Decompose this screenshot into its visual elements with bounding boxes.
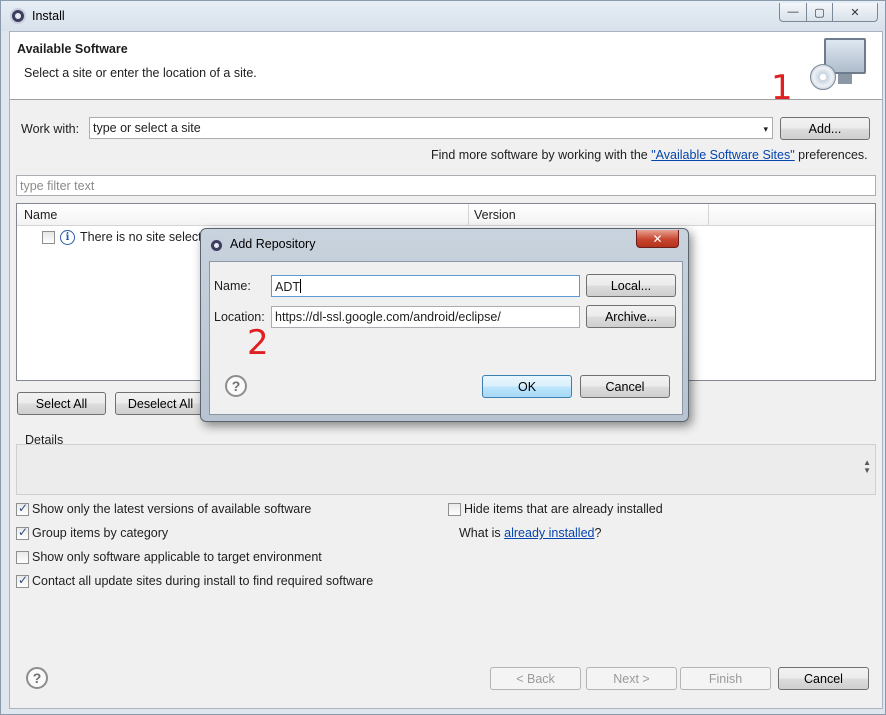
help-icon[interactable]: ? bbox=[225, 375, 247, 397]
location-field[interactable]: https://dl-ssl.google.com/android/eclips… bbox=[271, 306, 580, 328]
what-is-suffix: ? bbox=[594, 526, 602, 540]
title-bar: Install — ▢ ✕ bbox=[1, 1, 885, 31]
annotation-step-1: 1 bbox=[771, 68, 793, 108]
chevron-down-icon[interactable]: ▾ bbox=[763, 124, 768, 135]
monitor-cd-icon bbox=[810, 38, 868, 94]
find-more-suffix: preferences. bbox=[794, 148, 868, 162]
what-is-prefix: What is bbox=[459, 526, 505, 540]
dialog-client: Name: ADT Local... Location: https://dl-… bbox=[209, 261, 683, 415]
find-more-text: Find more software by working with the "… bbox=[431, 148, 868, 162]
dialog-cancel-button[interactable]: Cancel bbox=[580, 375, 670, 398]
cancel-button[interactable]: Cancel bbox=[778, 667, 869, 690]
deselect-all-button[interactable]: Deselect All bbox=[115, 392, 206, 415]
details-box[interactable]: ▲ ▼ bbox=[16, 444, 876, 495]
info-icon: i bbox=[60, 230, 75, 245]
name-field[interactable]: ADT bbox=[271, 275, 580, 297]
eclipse-icon bbox=[209, 238, 224, 253]
filter-input[interactable]: type filter text bbox=[16, 175, 876, 196]
window-title: Install bbox=[32, 9, 65, 23]
table-row[interactable]: There is no site selecte bbox=[80, 230, 209, 244]
work-with-value: type or select a site bbox=[93, 121, 201, 135]
work-with-combo[interactable]: type or select a site ▾ bbox=[89, 117, 773, 139]
page-subtitle: Select a site or enter the location of a… bbox=[24, 66, 257, 80]
name-label: Name: bbox=[214, 279, 251, 293]
back-button[interactable]: < Back bbox=[490, 667, 581, 690]
target-env-checkbox[interactable]: Show only software applicable to target … bbox=[16, 550, 322, 564]
checkbox-checked-icon[interactable] bbox=[16, 525, 29, 540]
annotation-step-2: 2 bbox=[247, 323, 269, 363]
archive-button[interactable]: Archive... bbox=[586, 305, 676, 328]
what-is-installed-text: What is already installed? bbox=[459, 526, 601, 540]
maximize-button[interactable]: ▢ bbox=[806, 3, 833, 22]
location-label: Location: bbox=[214, 310, 265, 324]
filter-placeholder: type filter text bbox=[20, 179, 95, 193]
row-checkbox[interactable] bbox=[42, 231, 55, 244]
header-banner: Available Software Select a site or ente… bbox=[10, 32, 882, 100]
close-icon: ✕ bbox=[850, 6, 860, 19]
name-value: ADT bbox=[275, 280, 300, 294]
page-title: Available Software bbox=[17, 42, 128, 56]
available-software-sites-link[interactable]: "Available Software Sites" bbox=[651, 148, 794, 162]
checkbox-checked-icon[interactable] bbox=[16, 573, 29, 588]
location-value: https://dl-ssl.google.com/android/eclips… bbox=[275, 310, 501, 324]
target-env-label: Show only software applicable to target … bbox=[32, 550, 322, 564]
column-header-name[interactable]: Name bbox=[24, 208, 57, 222]
add-button[interactable]: Add... bbox=[780, 117, 870, 140]
checkbox-checked-icon[interactable] bbox=[16, 501, 29, 516]
show-latest-checkbox[interactable]: Show only the latest versions of availab… bbox=[16, 501, 312, 516]
minimize-button[interactable]: — bbox=[779, 3, 807, 22]
contact-sites-checkbox[interactable]: Contact all update sites during install … bbox=[16, 573, 374, 588]
help-icon[interactable]: ? bbox=[26, 667, 48, 689]
minimize-icon: — bbox=[787, 6, 799, 18]
contact-sites-label: Contact all update sites during install … bbox=[32, 574, 374, 588]
hide-installed-label: Hide items that are already installed bbox=[464, 502, 663, 516]
select-all-button[interactable]: Select All bbox=[17, 392, 106, 415]
column-header-version[interactable]: Version bbox=[474, 208, 516, 222]
dialog-close-button[interactable]: ✕ bbox=[636, 230, 679, 248]
show-latest-label: Show only the latest versions of availab… bbox=[32, 502, 312, 516]
ok-button[interactable]: OK bbox=[482, 375, 572, 398]
maximize-icon: ▢ bbox=[814, 6, 825, 19]
scroll-spinner-icon[interactable]: ▲ ▼ bbox=[863, 459, 871, 475]
finish-button[interactable]: Finish bbox=[680, 667, 771, 690]
already-installed-link[interactable]: already installed bbox=[504, 526, 594, 540]
text-caret bbox=[300, 279, 301, 293]
close-button[interactable]: ✕ bbox=[832, 3, 878, 22]
checkbox-unchecked-icon[interactable] bbox=[16, 550, 29, 564]
work-with-label: Work with: bbox=[21, 122, 80, 136]
next-button[interactable]: Next > bbox=[586, 667, 677, 690]
local-button[interactable]: Local... bbox=[586, 274, 676, 297]
find-more-prefix: Find more software by working with the bbox=[431, 148, 652, 162]
group-by-category-checkbox[interactable]: Group items by category bbox=[16, 525, 169, 540]
table-header: Name Version bbox=[17, 204, 875, 226]
dialog-title: Add Repository bbox=[230, 237, 316, 251]
group-by-category-label: Group items by category bbox=[32, 526, 169, 540]
checkbox-unchecked-icon[interactable] bbox=[448, 502, 461, 516]
eclipse-icon bbox=[10, 8, 26, 24]
add-repository-dialog: Add Repository ✕ Name: ADT Local... Loca… bbox=[200, 228, 689, 422]
hide-installed-checkbox[interactable]: Hide items that are already installed bbox=[448, 502, 663, 516]
